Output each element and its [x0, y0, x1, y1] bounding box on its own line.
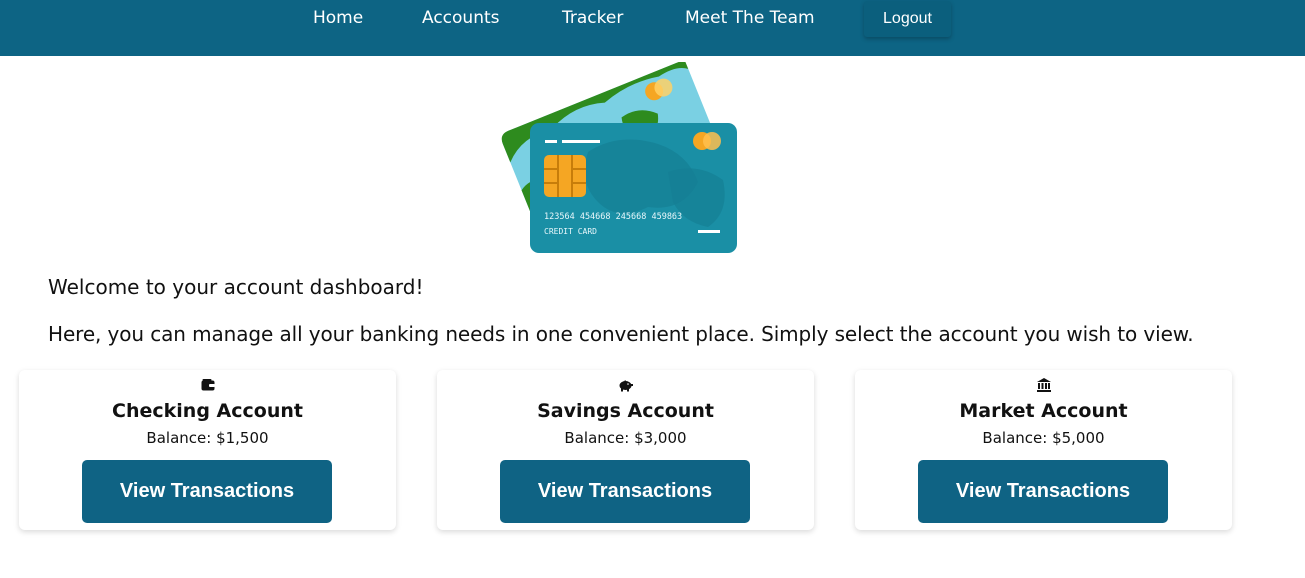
welcome-heading: Welcome to your account dashboard!	[48, 275, 424, 299]
credit-card-illustration: 123564 454668 245668 459863 CREDIT CARD	[498, 59, 743, 258]
savings-account-card: Savings Account Balance: $3,000 View Tra…	[437, 370, 814, 530]
intro-text: Here, you can manage all your banking ne…	[48, 322, 1194, 346]
account-balance: Balance: $3,000	[564, 429, 687, 447]
bank-icon	[855, 376, 1232, 394]
account-title: Checking Account	[112, 400, 303, 422]
card-number-text: 123564 454668 245668 459863	[544, 212, 682, 222]
account-title: Market Account	[959, 400, 1128, 422]
view-transactions-button[interactable]: View Transactions	[82, 460, 332, 523]
nav-tracker-link[interactable]: Tracker	[562, 8, 623, 28]
logout-button[interactable]: Logout	[864, 1, 951, 37]
view-transactions-button[interactable]: View Transactions	[500, 460, 750, 523]
top-navbar: Home Accounts Tracker Meet The Team Logo…	[0, 0, 1305, 56]
account-title: Savings Account	[537, 400, 714, 422]
checking-account-card: Checking Account Balance: $1,500 View Tr…	[19, 370, 396, 530]
nav-home-link[interactable]: Home	[313, 8, 363, 28]
nav-team-link[interactable]: Meet The Team	[685, 8, 815, 28]
view-transactions-button[interactable]: View Transactions	[918, 460, 1168, 523]
account-balance: Balance: $1,500	[146, 429, 269, 447]
account-balance: Balance: $5,000	[982, 429, 1105, 447]
card-label-text: CREDIT CARD	[544, 227, 597, 236]
piggy-bank-icon	[437, 376, 814, 394]
wallet-icon	[19, 376, 396, 394]
nav-accounts-link[interactable]: Accounts	[422, 8, 500, 28]
market-account-card: Market Account Balance: $5,000 View Tran…	[855, 370, 1232, 530]
